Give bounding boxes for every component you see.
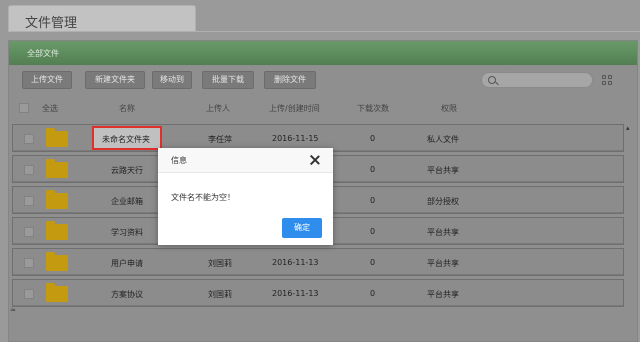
select-all-checkbox[interactable] <box>19 103 29 113</box>
new-folder-button[interactable]: 新建文件夹 <box>85 71 145 89</box>
cell-downloads: 0 <box>370 258 376 267</box>
cell-uploader: 李任萍 <box>208 135 232 144</box>
dialog-message: 文件名不能为空！ <box>171 193 235 202</box>
batch-download-button[interactable]: 批量下载 <box>202 71 254 89</box>
cell-downloads: 0 <box>370 289 376 298</box>
header-downloads: 下载次数 <box>357 104 389 113</box>
resize-handle[interactable]: ≈ <box>10 306 16 314</box>
cell-name[interactable]: 用户申请 <box>111 258 143 269</box>
header-name: 名称 <box>119 104 135 113</box>
upload-file-button[interactable]: 上传文件 <box>22 71 72 89</box>
scroll-up-arrow[interactable]: ▴ <box>626 124 630 132</box>
row-checkbox[interactable] <box>24 165 34 175</box>
folder-icon <box>46 252 68 271</box>
cell-downloads: 0 <box>370 134 376 143</box>
cell-downloads: 0 <box>370 165 376 174</box>
panel-header: 全部文件 <box>9 41 637 65</box>
cell-name[interactable]: 方案协议 <box>111 289 143 300</box>
header-time: 上传/创建时间 <box>269 104 320 113</box>
table-row[interactable]: 用户申请 刘国莉 2016-11-13 0 平台共享 <box>12 248 624 276</box>
close-icon[interactable] <box>310 155 320 165</box>
row-checkbox[interactable] <box>24 134 34 144</box>
cell-time: 2016-11-15 <box>272 134 319 143</box>
cell-uploader: 刘国莉 <box>208 290 232 299</box>
cell-time: 2016-11-13 <box>272 289 319 298</box>
cell-uploader: 刘国莉 <box>208 259 232 268</box>
ok-button[interactable]: 确定 <box>282 218 322 238</box>
folder-icon <box>46 283 68 302</box>
cell-permission: 私人文件 <box>427 135 459 144</box>
header-select-all: 全选 <box>42 104 58 113</box>
row-checkbox[interactable] <box>24 196 34 206</box>
folder-name-field-highlighted[interactable]: 未命名文件夹 <box>92 126 162 150</box>
delete-file-button[interactable]: 删除文件 <box>264 71 316 89</box>
cell-permission: 平台共享 <box>427 290 459 299</box>
cell-permission: 平台共享 <box>427 228 459 237</box>
cell-downloads: 0 <box>370 227 376 236</box>
header-permission: 权限 <box>441 104 457 113</box>
cell-permission: 平台共享 <box>427 259 459 268</box>
info-dialog: 信息 文件名不能为空！ 确定 <box>158 148 333 245</box>
toolbar: 上传文件 新建文件夹 移动到 批量下载 删除文件 <box>9 69 637 91</box>
cell-time: 2016-11-13 <box>272 258 319 267</box>
folder-icon <box>46 190 68 209</box>
row-checkbox[interactable] <box>24 258 34 268</box>
cell-permission: 部分授权 <box>427 197 459 206</box>
search-icon <box>488 76 496 84</box>
title-divider <box>8 31 640 32</box>
cell-permission: 平台共享 <box>427 166 459 175</box>
table-header: 全选 名称 上传人 上传/创建时间 下载次数 权限 <box>9 97 637 119</box>
cell-name[interactable]: 企业邮箱 <box>111 196 143 207</box>
cell-name[interactable]: 未命名文件夹 <box>102 134 150 145</box>
folder-icon <box>46 128 68 147</box>
row-checkbox[interactable] <box>24 227 34 237</box>
panel-title: 全部文件 <box>27 49 59 58</box>
page-title: 文件管理 <box>25 16 78 31</box>
dialog-header: 信息 <box>158 148 333 173</box>
page-title-tab: 文件管理 <box>8 5 196 32</box>
row-checkbox[interactable] <box>24 289 34 299</box>
folder-icon <box>46 159 68 178</box>
cell-downloads: 0 <box>370 196 376 205</box>
header-uploader: 上传人 <box>206 104 230 113</box>
dialog-title: 信息 <box>171 156 187 165</box>
search-input[interactable] <box>481 72 593 88</box>
folder-icon <box>46 221 68 240</box>
grid-view-icon[interactable] <box>602 75 613 86</box>
cell-name[interactable]: 云路天行 <box>111 165 143 176</box>
move-to-button[interactable]: 移动到 <box>152 71 192 89</box>
cell-name[interactable]: 学习资料 <box>111 227 143 238</box>
table-row[interactable]: 方案协议 刘国莉 2016-11-13 0 平台共享 <box>12 279 624 307</box>
